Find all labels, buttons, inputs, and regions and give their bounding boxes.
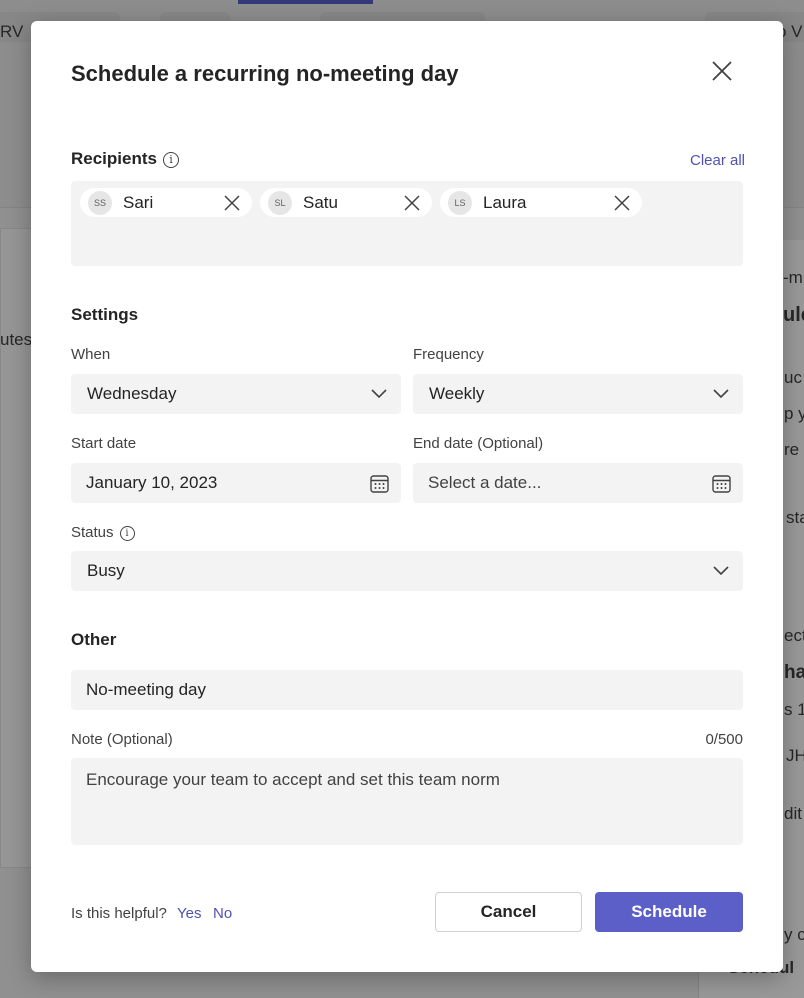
end-date-picker[interactable]: Select a date... [413, 463, 743, 503]
when-dropdown[interactable]: Wednesday [71, 374, 401, 414]
status-label: Status i [71, 524, 135, 541]
recipient-name: Satu [303, 192, 338, 212]
avatar: LS [448, 190, 472, 215]
chevron-down-icon [711, 561, 731, 581]
chevron-down-icon [369, 384, 389, 404]
start-date-value: January 10, 2023 [86, 473, 218, 492]
status-label-text: Status [71, 524, 114, 541]
recipients-picker[interactable]: SS Sari SL Satu LS Laura [71, 181, 743, 266]
end-date-label: End date (Optional) [413, 435, 544, 452]
recipient-name: Laura [483, 192, 527, 212]
start-date-picker[interactable]: January 10, 2023 [71, 463, 401, 503]
remove-recipient-satu-button[interactable] [402, 193, 422, 213]
end-date-placeholder: Select a date... [428, 473, 542, 492]
frequency-value: Weekly [429, 384, 485, 403]
schedule-dialog: Schedule a recurring no-meeting day Reci… [31, 21, 783, 972]
close-icon [614, 195, 630, 211]
frequency-label: Frequency [413, 346, 484, 363]
settings-label: Settings [71, 305, 139, 324]
recipients-label-text: Recipients [71, 149, 157, 168]
dialog-title: Schedule a recurring no-meeting day [71, 61, 459, 86]
note-character-counter: 0/500 [705, 731, 743, 748]
close-icon [224, 195, 240, 211]
frequency-dropdown[interactable]: Weekly [413, 374, 743, 414]
helpful-no-link[interactable]: No [213, 905, 232, 922]
helpful-yes-link[interactable]: Yes [177, 905, 201, 922]
avatar: SL [268, 190, 292, 215]
recipient-name: Sari [123, 192, 154, 212]
schedule-button[interactable]: Schedule [595, 892, 743, 932]
cancel-button[interactable]: Cancel [435, 892, 582, 932]
start-date-label: Start date [71, 435, 137, 452]
chevron-down-icon [711, 384, 731, 404]
recipients-label: Recipients i [71, 149, 179, 169]
avatar: SS [88, 190, 112, 215]
recipient-pill-sari[interactable]: SS Sari [80, 188, 252, 217]
helpful-question: Is this helpful? [71, 905, 167, 922]
other-label: Other [71, 630, 117, 649]
clear-all-link[interactable]: Clear all [690, 152, 745, 169]
recipient-pill-satu[interactable]: SL Satu [260, 188, 432, 217]
when-label: When [71, 346, 111, 363]
note-text: Encourage your team to accept and set th… [86, 770, 500, 789]
close-icon [711, 60, 733, 87]
note-textarea[interactable]: Encourage your team to accept and set th… [71, 758, 743, 845]
info-icon[interactable]: i [162, 151, 179, 168]
calendar-icon [711, 473, 731, 493]
status-value: Busy [87, 561, 125, 580]
calendar-icon [369, 473, 389, 493]
info-icon[interactable]: i [119, 526, 135, 541]
close-icon [404, 195, 420, 211]
title-input[interactable]: No-meeting day [71, 670, 743, 710]
title-value: No-meeting day [86, 680, 207, 699]
when-value: Wednesday [87, 384, 177, 403]
note-label: Note (Optional) [71, 731, 173, 748]
remove-recipient-laura-button[interactable] [612, 193, 632, 213]
status-dropdown[interactable]: Busy [71, 551, 743, 591]
remove-recipient-sari-button[interactable] [222, 193, 242, 213]
close-button[interactable] [707, 58, 737, 88]
recipient-pill-laura[interactable]: LS Laura [440, 188, 642, 217]
